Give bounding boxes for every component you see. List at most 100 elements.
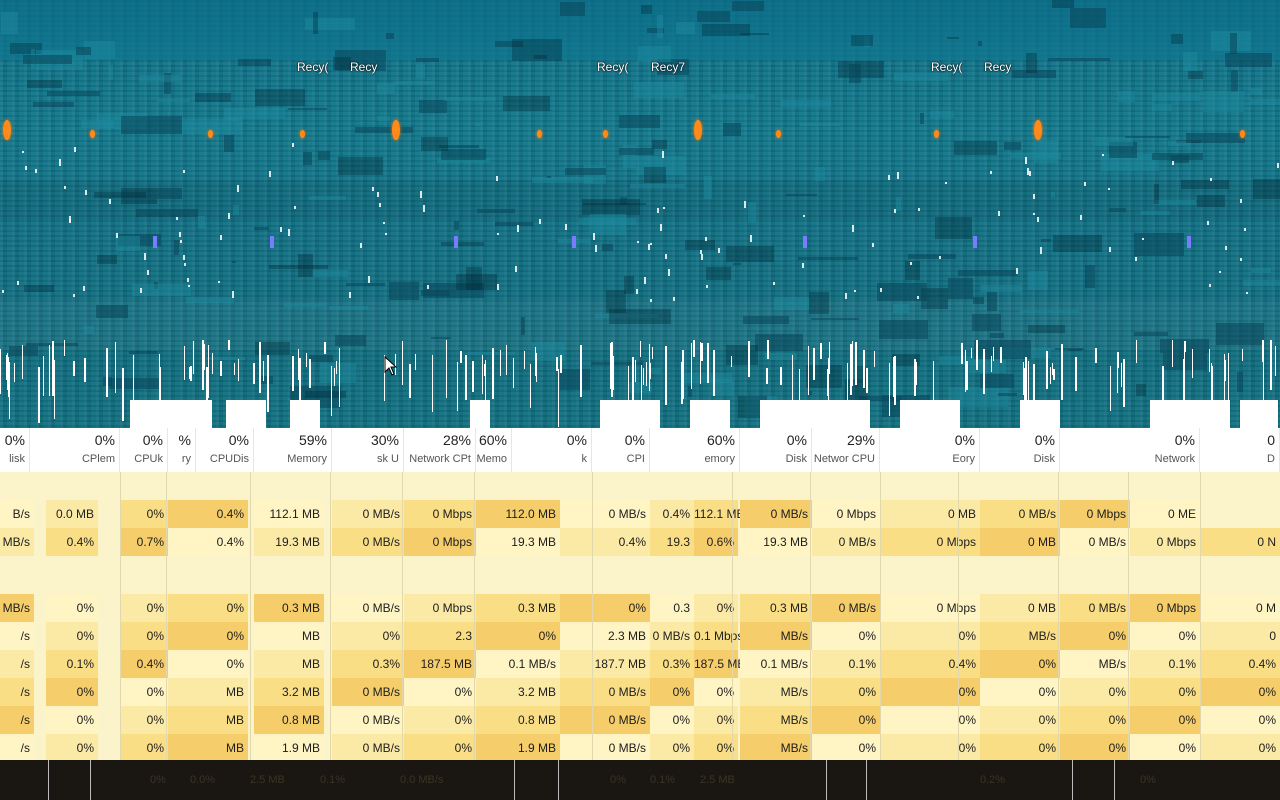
glitch-tick (187, 278, 189, 282)
glitch-tick (85, 190, 87, 195)
process-row[interactable]: /s 0% 0% MB 0.8 MB 0 MB/s 0% 0.8 MB 0 MB/s 0% 0% MB… (0, 706, 1280, 734)
column-name: Network CPt (409, 453, 471, 465)
violet-artifact-icon (1187, 236, 1191, 248)
column-header[interactable]: 0% lisk (0, 428, 30, 472)
resource-value: /s (0, 622, 34, 650)
glitch-tick (228, 213, 230, 219)
taskbar-ghost-text: 0.2% (980, 774, 1006, 786)
glitch-line (8, 357, 9, 397)
glitch-block (748, 202, 756, 223)
recycle-bin-label[interactable]: Recy( (597, 60, 628, 74)
resource-value: 0% (46, 734, 98, 760)
process-row[interactable]: /s 0% 0% 0% MB 0% 2.3 0% 2.3 MB 0 MB/s 0.1 Mbps MB/… (0, 622, 1280, 650)
resource-value: /s (0, 650, 34, 678)
column-header[interactable]: 0D (1200, 428, 1280, 472)
glitch-line (1192, 349, 1193, 378)
resource-value: 0% (404, 734, 476, 760)
recycle-bin-label[interactable]: Recy( (297, 60, 328, 74)
column-header[interactable]: 0% k (512, 428, 592, 472)
glitch-block (1181, 180, 1229, 189)
glitch-block (733, 263, 741, 265)
column-header[interactable]: % ry (168, 428, 196, 472)
process-row[interactable]: MB/s 0% 0% 0% 0.3 MB 0 MB/s 0 Mbps 0.3 MB 0% 0.3 0… (0, 594, 1280, 622)
glitch-tick (59, 159, 61, 166)
glitch-block (980, 374, 1014, 388)
column-header[interactable]: 28% Network CPt (404, 428, 476, 472)
glitch-line (1172, 340, 1173, 367)
glitch-tick (595, 245, 597, 252)
resource-value: 0.3 (650, 594, 694, 622)
column-header[interactable]: 0% CPUk (120, 428, 168, 472)
desktop[interactable]: Recy( Recy Recy( Recy7 Recy( Recy (0, 0, 1280, 428)
glitch-block (602, 244, 613, 251)
process-list[interactable]: B/s 0.0 MB 0% 0.4% 112.1 MB 0 MB/s 0 Mbps 112.0… (0, 472, 1280, 760)
column-name: Disk (785, 453, 807, 465)
column-name: Eory (952, 453, 975, 465)
process-row[interactable]: B/s 0.0 MB 0% 0.4% 112.1 MB 0 MB/s 0 Mbps 112.0… (0, 500, 1280, 528)
glitch-block (930, 111, 954, 118)
glitch-tick (917, 296, 919, 299)
resource-value: 0% (880, 706, 980, 734)
recycle-bin-label[interactable]: Recy( (931, 60, 962, 74)
glitch-block (786, 194, 817, 196)
resource-value: 0 Mbps (1130, 528, 1200, 556)
column-header[interactable]: 60% Memo (476, 428, 512, 472)
column-header[interactable]: 0% Disk (980, 428, 1060, 472)
glitch-line (334, 368, 335, 386)
glitch-line (766, 368, 768, 384)
glitch-bar (690, 400, 730, 428)
taskbar-ghost-text: 0% (150, 774, 166, 786)
resource-value: 0% (1200, 706, 1280, 734)
column-header[interactable]: 30% sk U (332, 428, 404, 472)
column-divider (592, 472, 593, 760)
resource-value: 0.4% (880, 650, 980, 678)
column-usage-percent: 0% (566, 432, 587, 448)
glitch-line (914, 359, 916, 396)
recycle-bin-label[interactable]: Recy (984, 60, 1011, 74)
glitch-line (701, 343, 703, 361)
column-header[interactable]: 60% emory (650, 428, 740, 472)
resource-value: 0 N (1200, 528, 1280, 556)
glitch-line (610, 343, 612, 389)
violet-artifact-icon (153, 236, 157, 248)
process-row[interactable]: /s 0% 0% MB 1.9 MB 0 MB/s 0% 1.9 MB 0 MB/s 0% 0% MB… (0, 734, 1280, 760)
glitch-block (495, 222, 533, 226)
column-header[interactable]: 0% CPUDis (196, 428, 254, 472)
glitch-tick (894, 209, 896, 213)
resource-value: 0% (1130, 706, 1200, 734)
column-divider (958, 472, 959, 760)
recycle-bin-label[interactable]: Recy (350, 60, 377, 74)
glitch-tick (2, 290, 4, 293)
glitch-tick (872, 243, 874, 247)
process-row[interactable] (0, 556, 1280, 584)
column-name: sk U (377, 453, 399, 465)
resource-value: 112.0 MB (476, 500, 560, 528)
recycle-bin-label[interactable]: Recy7 (651, 60, 685, 74)
resource-value: 0% (120, 678, 168, 706)
resource-value: 1.9 MB (476, 734, 560, 760)
resource-value: MB/s (740, 678, 812, 706)
column-header[interactable]: 0% Disk (740, 428, 812, 472)
column-name: emory (704, 453, 735, 465)
resource-value: 0.8 MB (254, 706, 324, 734)
glitch-tick (539, 219, 541, 224)
column-header[interactable]: 59% Memory (254, 428, 332, 472)
glitch-tick (1040, 247, 1042, 254)
taskbar[interactable]: 0% 0.0% 2.5 MB 0.1% 0.0 MB/s 0% 0.1% 2.5 MB 0.2%… (0, 760, 1280, 800)
column-header[interactable]: 0% Network (1060, 428, 1200, 472)
column-header[interactable]: 0% CPI (592, 428, 650, 472)
glitch-block (288, 108, 327, 110)
glitch-block (1230, 33, 1237, 54)
column-header[interactable]: 29% Networ CPU (812, 428, 880, 472)
glitch-line (889, 363, 890, 416)
glitch-block (920, 113, 924, 124)
process-row[interactable]: /s 0.1% 0.4% 0% MB 0.3% 187.5 MB 0.1 MB/s 187.7 … (0, 650, 1280, 678)
process-row[interactable]: /s 0% 0% MB 3.2 MB 0 MB/s 0% 3.2 MB 0 MB/s 0% 0% MB… (0, 678, 1280, 706)
column-header[interactable]: 0% CPlem (30, 428, 120, 472)
glitch-line (190, 366, 192, 381)
process-row[interactable]: MB/s 0.4% 0.7% 0.4% 19.3 MB 0 MB/s 0 Mbps 19.3 … (0, 528, 1280, 556)
glitch-block (1109, 208, 1126, 212)
column-header[interactable]: 0% Eory (880, 428, 980, 472)
glitch-block (1125, 136, 1170, 138)
resource-value: 0 MB/s (332, 678, 404, 706)
